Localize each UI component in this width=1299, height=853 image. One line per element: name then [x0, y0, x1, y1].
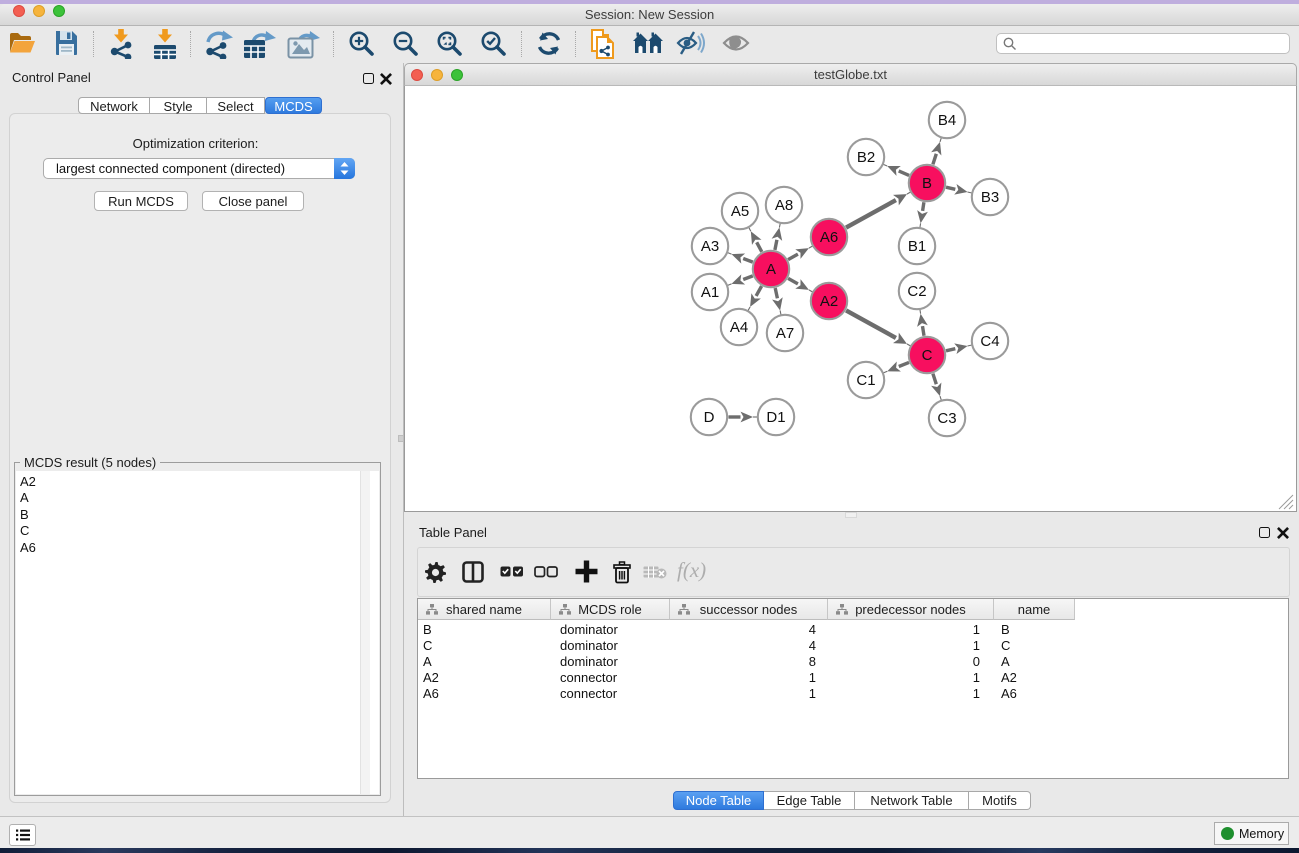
svg-text:D1: D1 [766, 409, 785, 426]
svg-text:C3: C3 [937, 410, 956, 427]
svg-text:B3: B3 [981, 189, 999, 206]
svg-text:C4: C4 [980, 333, 999, 350]
svg-text:A5: A5 [731, 203, 749, 220]
svg-text:A1: A1 [701, 284, 719, 301]
svg-text:B4: B4 [938, 112, 956, 129]
svg-text:A4: A4 [730, 319, 748, 336]
svg-text:A3: A3 [701, 238, 719, 255]
svg-text:A7: A7 [776, 325, 794, 342]
svg-text:C1: C1 [856, 372, 875, 389]
svg-text:B2: B2 [857, 149, 875, 166]
svg-text:A2: A2 [820, 293, 838, 310]
svg-text:B: B [922, 175, 932, 192]
svg-text:C: C [922, 347, 933, 364]
svg-text:A6: A6 [820, 229, 838, 246]
svg-text:D: D [704, 409, 715, 426]
svg-text:B1: B1 [908, 238, 926, 255]
svg-text:C2: C2 [907, 283, 926, 300]
svg-text:A: A [766, 261, 776, 278]
svg-text:A8: A8 [775, 197, 793, 214]
